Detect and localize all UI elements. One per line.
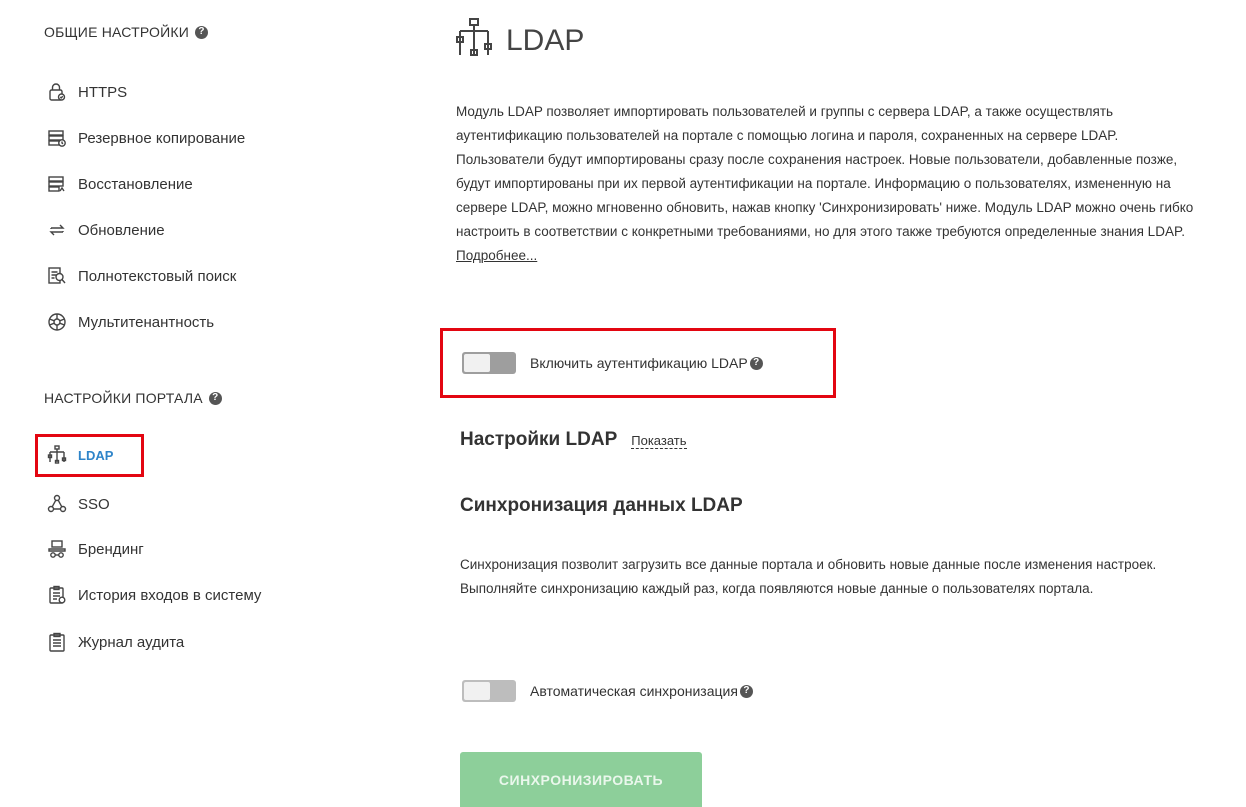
sync-description: Синхронизация позволит загрузить все дан… [460,557,1157,596]
sidebar-item-audit-log[interactable]: Журнал аудита [46,628,184,656]
sidebar-item-label: HTTPS [78,83,128,101]
auto-sync-row: Автоматическая синхронизация ? [462,680,753,702]
sidebar-item-label: Мультитенантность [78,313,215,331]
ldap-icon [456,18,492,63]
sidebar-item-multitenancy[interactable]: Мультитенантность [46,308,214,336]
auto-sync-toggle[interactable] [462,680,516,702]
sidebar-item-fulltext-search[interactable]: Полнотекстовый поиск [46,262,236,290]
sidebar-item-sso[interactable]: SSO [46,490,110,518]
portal-settings-title: НАСТРОЙКИ ПОРТАЛА ? [44,390,222,406]
restore-icon [46,173,68,195]
sidebar-item-label: Журнал аудита [78,633,185,651]
show-settings-link[interactable]: Показать [631,433,687,449]
ldap-highlight-box [35,434,144,477]
help-icon[interactable]: ? [208,391,222,405]
help-icon[interactable]: ? [739,684,753,698]
sidebar: ОБЩИЕ НАСТРОЙКИ ? HTTPS Резервное копиро… [0,0,420,807]
backup-icon [46,127,68,149]
multitenancy-icon [46,311,68,333]
auto-sync-label: Автоматическая синхронизация [530,683,738,699]
ldap-sync-heading: Синхронизация данных LDAP [460,495,743,516]
ldap-description-text: Модуль LDAP позволяет импортировать поль… [456,104,1194,239]
fulltext-search-icon [46,265,68,287]
sidebar-item-label: Восстановление [78,175,193,193]
sidebar-item-label: Полнотекстовый поиск [78,267,237,285]
sidebar-item-label: SSO [78,495,110,513]
sidebar-item-backup[interactable]: Резервное копирование [46,124,245,152]
ldap-settings-heading-text: Настройки LDAP [460,429,618,450]
page-header: LDAP [456,18,584,63]
enable-ldap-highlight-box [440,328,836,398]
login-history-icon [46,584,68,606]
help-icon[interactable]: ? [195,25,209,39]
sidebar-item-label: Брендинг [78,540,144,558]
sidebar-item-https[interactable]: HTTPS [46,78,127,106]
sso-icon [46,493,68,515]
audit-log-icon [46,631,68,653]
sidebar-item-restore[interactable]: Восстановление [46,170,193,198]
ldap-description: Модуль LDAP позволяет импортировать поль… [456,100,1198,268]
lock-icon [46,81,68,103]
portal-settings-title-text: НАСТРОЙКИ ПОРТАЛА [44,390,203,406]
sidebar-item-update[interactable]: Обновление [46,216,165,244]
page-title: LDAP [506,23,585,57]
general-settings-title: ОБЩИЕ НАСТРОЙКИ ? [44,24,209,40]
sidebar-item-label: Резервное копирование [78,129,246,147]
more-info-link[interactable]: Подробнее... [456,248,537,263]
sidebar-item-label: Обновление [78,221,165,239]
sidebar-item-label: История входов в систему [78,586,262,604]
branding-icon [46,538,68,560]
sidebar-item-branding[interactable]: Брендинг [46,535,144,563]
main-content: LDAP Модуль LDAP позволяет импортировать… [440,0,1226,807]
general-settings-title-text: ОБЩИЕ НАСТРОЙКИ [44,24,190,40]
sync-button[interactable]: СИНХРОНИЗИРОВАТЬ [460,752,702,807]
ldap-settings-heading: Настройки LDAP Показать [460,429,687,451]
update-icon [46,219,68,241]
sidebar-item-login-history[interactable]: История входов в систему [46,581,261,609]
